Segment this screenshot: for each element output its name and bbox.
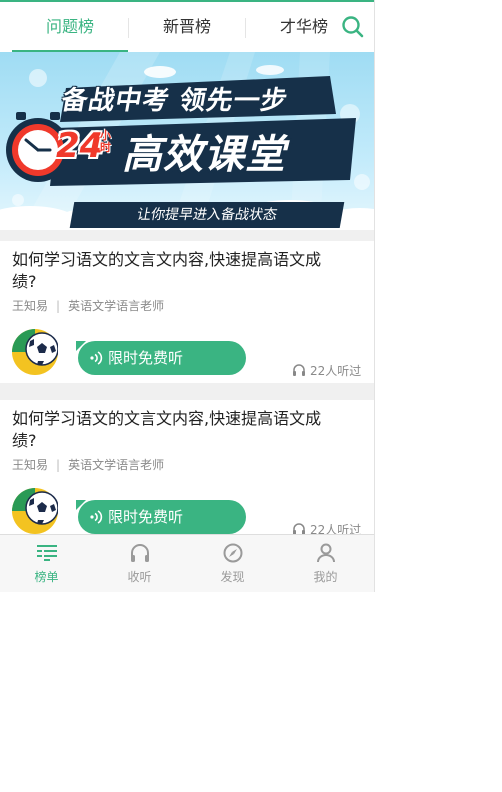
- search-button[interactable]: [340, 14, 366, 40]
- compass-icon: [223, 543, 243, 563]
- free-listen-label: 限时免费听: [108, 508, 184, 526]
- banner-big-text: 高效课堂: [122, 132, 286, 178]
- meta-divider: |: [56, 299, 61, 313]
- headphones-icon: [293, 364, 305, 376]
- author-name: 王知易: [12, 299, 49, 313]
- author-name: 王知易: [12, 458, 49, 472]
- search-icon: [342, 16, 364, 38]
- question-card[interactable]: 如何学习语文的文言文内容,快速提高语文成绩? 王知易 | 英语文学语言老师 限时免费…: [0, 400, 374, 534]
- sound-wave-icon: [90, 510, 103, 524]
- avatar[interactable]: [12, 329, 58, 375]
- author-info: 王知易 | 英语文学语言老师: [12, 456, 164, 473]
- banner-headline: 备战中考 领先一步: [58, 86, 291, 116]
- nav-label: 榜单: [34, 570, 59, 584]
- listen-count-text: 22人听过: [310, 364, 362, 378]
- free-listen-label: 限时免费听: [108, 349, 184, 367]
- banner-number-unit: 小时: [100, 129, 111, 154]
- nav-listen[interactable]: 收听: [93, 535, 186, 592]
- free-listen-button[interactable]: 限时免费听: [78, 500, 246, 534]
- banner-subtitle: 让你提早进入备战状态: [69, 202, 345, 228]
- tab-newcomers[interactable]: 新晋榜: [129, 2, 245, 52]
- promo-banner[interactable]: 备战中考 领先一步 24 小时 高效课堂 让你提早进入备战状态: [0, 52, 374, 230]
- meta-divider: |: [56, 458, 61, 472]
- listen-count: 22人听过: [292, 362, 361, 379]
- nav-discover[interactable]: 发现: [186, 535, 279, 592]
- nav-label: 我的: [313, 570, 338, 584]
- bottom-nav-bar: 榜单 收听 发现 我的: [0, 534, 374, 592]
- author-info: 王知易 | 英语文学语言老师: [12, 297, 164, 314]
- tab-questions[interactable]: 问题榜: [12, 2, 128, 52]
- author-role: 英语文学语言老师: [68, 458, 165, 472]
- nav-profile[interactable]: 我的: [279, 535, 372, 592]
- question-card[interactable]: 如何学习语文的文言文内容,快速提高语文成绩? 王知易 | 英语文学语言老师 限时免费…: [0, 241, 374, 383]
- nav-label: 收听: [127, 570, 152, 584]
- avatar[interactable]: [12, 488, 58, 534]
- user-icon: [317, 543, 335, 563]
- author-role: 英语文学语言老师: [68, 299, 165, 313]
- nav-label: 发现: [220, 570, 245, 584]
- app-screen: 问题榜 新晋榜 才华榜 备战中考 领先一步 24 小时 高效课堂 让你提早进入备…: [0, 0, 375, 592]
- free-listen-button[interactable]: 限时免费听: [78, 341, 246, 375]
- list-icon: [37, 545, 57, 561]
- question-title[interactable]: 如何学习语文的文言文内容,快速提高语文成绩?: [12, 249, 342, 293]
- question-title[interactable]: 如何学习语文的文言文内容,快速提高语文成绩?: [12, 408, 342, 452]
- nav-rankings[interactable]: 榜单: [0, 535, 93, 592]
- sound-wave-icon: [90, 351, 103, 365]
- headphones-icon: [131, 544, 149, 562]
- headphones-icon: [293, 523, 305, 534]
- listen-count-text: 22人听过: [310, 523, 362, 534]
- listen-count: 22人听过: [292, 521, 361, 534]
- top-tab-bar: 问题榜 新晋榜 才华榜: [0, 0, 374, 52]
- banner-number: 24: [56, 126, 104, 166]
